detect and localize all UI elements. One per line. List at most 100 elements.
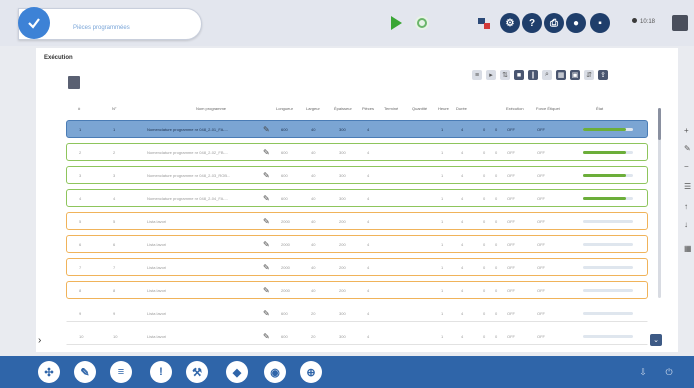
pencil-icon[interactable]: ✎ bbox=[263, 194, 270, 203]
pencil-icon[interactable]: ✎ bbox=[263, 263, 270, 272]
col-force: Force Étiquet bbox=[536, 106, 560, 111]
cell-number: 9 bbox=[113, 311, 116, 316]
cell-index: 9 bbox=[79, 311, 82, 316]
col-name: Nom programme bbox=[196, 106, 227, 111]
cell-pieces: 4 bbox=[367, 334, 370, 339]
cell-duration: 4 bbox=[461, 334, 464, 339]
sort-icon[interactable]: ⇵ bbox=[584, 70, 594, 80]
search-icon[interactable]: ⌕ bbox=[542, 70, 552, 80]
forward-icon[interactable]: ▸ bbox=[486, 70, 496, 80]
progress-bar bbox=[583, 266, 633, 269]
table-icon[interactable]: ▦ bbox=[684, 244, 692, 253]
play-icon[interactable] bbox=[386, 13, 406, 33]
cell-number: 10 bbox=[113, 334, 118, 339]
chevron-right-icon[interactable]: › bbox=[38, 335, 41, 346]
table-row[interactable]: 3 3 Nomenclature programme nr 048_2-03_ROB… bbox=[66, 166, 648, 184]
progress-fill bbox=[583, 197, 626, 200]
cell-thickness: 300 bbox=[339, 311, 346, 316]
table-row[interactable]: 4 4 Nomenclature programme nr 048_2-04_FA-… bbox=[66, 189, 648, 207]
cell-index: 4 bbox=[79, 196, 82, 201]
pencil-icon[interactable]: ✎ bbox=[263, 148, 270, 157]
remove-icon[interactable]: − bbox=[684, 162, 689, 171]
user-icon[interactable]: ● bbox=[566, 13, 586, 33]
camera-icon[interactable]: ◉ bbox=[264, 361, 286, 383]
print-icon[interactable]: ⎙ bbox=[544, 13, 564, 33]
clock-icon bbox=[632, 18, 637, 23]
scroll-thumb[interactable] bbox=[658, 108, 661, 140]
col-duration: Durée bbox=[456, 106, 467, 111]
edit-icon[interactable]: ✎ bbox=[684, 144, 691, 153]
alert-icon[interactable]: ! bbox=[150, 361, 172, 383]
move-up-icon[interactable]: ↑ bbox=[684, 202, 688, 211]
cube-icon[interactable]: ◆ bbox=[226, 361, 248, 383]
cell-index: 7 bbox=[79, 265, 82, 270]
pencil-icon[interactable]: ✎ bbox=[263, 309, 270, 318]
table-row[interactable]: 10 10 Lista lavori 600 20 300 4 1 4 0 0 OFF OFF ✎ bbox=[66, 327, 648, 345]
save-icon[interactable]: ▣ bbox=[570, 70, 580, 80]
cell-name: Lista lavori bbox=[147, 311, 167, 316]
check-icon[interactable] bbox=[18, 7, 50, 39]
vertical-scrollbar[interactable] bbox=[658, 108, 661, 298]
lock-icon[interactable]: ▪ bbox=[590, 13, 610, 33]
cell-pieces: 4 bbox=[367, 150, 370, 155]
progress-fill bbox=[583, 128, 626, 131]
cell-d: 0 bbox=[495, 127, 498, 132]
menu-icon[interactable] bbox=[672, 15, 688, 31]
cell-hour: 1 bbox=[441, 334, 444, 339]
cell-index: 6 bbox=[79, 242, 82, 247]
cell-thickness: 200 bbox=[339, 242, 346, 247]
cell-hour: 1 bbox=[441, 219, 444, 224]
list-icon[interactable]: ≡ bbox=[110, 361, 132, 383]
tools-icon[interactable]: ⚒ bbox=[186, 361, 208, 383]
table-row[interactable]: 8 8 Lista lavori 2000 40 200 4 1 4 0 0 OFF OFF ✎ bbox=[66, 281, 648, 299]
edit-icon[interactable]: ✎ bbox=[74, 361, 96, 383]
cell-hour: 1 bbox=[441, 127, 444, 132]
pencil-icon[interactable]: ✎ bbox=[263, 217, 270, 226]
cell-c: 0 bbox=[483, 150, 486, 155]
progress-fill bbox=[583, 151, 626, 154]
pencil-icon[interactable]: ✎ bbox=[263, 171, 270, 180]
expand-icon[interactable]: ⌄ bbox=[650, 334, 662, 346]
table-row[interactable]: 7 7 Lista lavori 2000 40 200 4 1 4 0 0 OFF OFF ✎ bbox=[66, 258, 648, 276]
download-icon[interactable]: ⇩ bbox=[636, 365, 650, 379]
stop-icon[interactable]: ■ bbox=[514, 70, 524, 80]
pencil-icon[interactable]: ✎ bbox=[263, 125, 270, 134]
table-row[interactable]: 5 5 Lista lavori 2000 40 200 4 1 4 0 0 OFF OFF ✎ bbox=[66, 212, 648, 230]
power-icon[interactable]: ⏻ bbox=[662, 365, 676, 379]
settings-icon[interactable]: ⚙ bbox=[500, 13, 520, 33]
table-row[interactable]: 2 2 Nomenclature programme nr 048_2-02_FB-… bbox=[66, 143, 648, 161]
globe-icon[interactable]: ⊕ bbox=[300, 361, 322, 383]
filter-icon[interactable]: ≡ bbox=[472, 70, 482, 80]
table-row[interactable]: 1 1 Nomenclature programme nr 048_2-01_FA-… bbox=[66, 120, 648, 138]
cell-index: 2 bbox=[79, 150, 82, 155]
cell-pieces: 4 bbox=[367, 173, 370, 178]
table-row[interactable]: 6 6 Lista lavori 2000 40 200 4 1 4 0 0 OFF OFF ✎ bbox=[66, 235, 648, 253]
cell-d: 0 bbox=[495, 334, 498, 339]
cell-exec: OFF bbox=[507, 150, 515, 155]
table-row[interactable]: 9 9 Lista lavori 600 20 300 4 1 4 0 0 OFF OFF ✎ bbox=[66, 304, 648, 322]
cell-name: Lista lavori bbox=[147, 242, 167, 247]
grid-icon[interactable]: ▦ bbox=[556, 70, 566, 80]
add-icon[interactable]: + bbox=[684, 126, 689, 135]
list-icon[interactable]: ☰ bbox=[684, 182, 691, 191]
move-icon[interactable]: ⇅ bbox=[500, 70, 510, 80]
pencil-icon[interactable]: ✎ bbox=[263, 332, 270, 341]
cell-number: 4 bbox=[113, 196, 116, 201]
cell-index: 3 bbox=[79, 173, 82, 178]
machine-icon[interactable] bbox=[474, 13, 494, 33]
cell-length: 600 bbox=[281, 311, 288, 316]
network-icon[interactable]: ✣ bbox=[38, 361, 60, 383]
refresh-icon[interactable] bbox=[412, 13, 432, 33]
document-icon[interactable] bbox=[68, 76, 80, 89]
table-header: # N° Nom programme Longueur Largeur Épai… bbox=[66, 106, 646, 116]
export-icon[interactable]: ⇪ bbox=[598, 70, 608, 80]
pencil-icon[interactable]: ✎ bbox=[263, 286, 270, 295]
help-icon[interactable]: ? bbox=[522, 13, 542, 33]
move-down-icon[interactable]: ↓ bbox=[684, 220, 688, 229]
pause-icon[interactable]: ∥ bbox=[528, 70, 538, 80]
cell-name: Lista lavori bbox=[147, 334, 167, 339]
cell-length: 600 bbox=[281, 334, 288, 339]
pencil-icon[interactable]: ✎ bbox=[263, 240, 270, 249]
col-qty: Quantité bbox=[412, 106, 428, 111]
cell-length: 2000 bbox=[281, 288, 290, 293]
